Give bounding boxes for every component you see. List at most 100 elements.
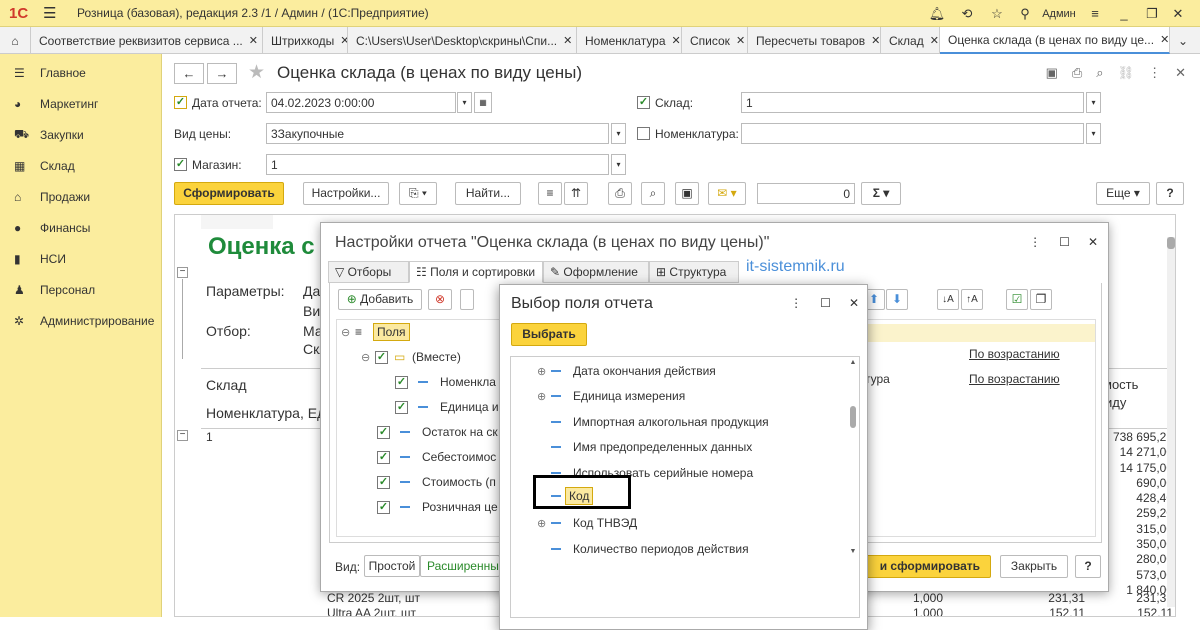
checkbox[interactable]: ✓ (377, 450, 390, 464)
field-item[interactable]: ⊕ Дата окончания действия (537, 361, 716, 381)
tree-row[interactable]: ✓ Остаток на ск (377, 422, 498, 442)
tab-warehouse[interactable]: Склад ✕ (881, 27, 940, 54)
warehouse-checkbox[interactable]: ✓ (637, 96, 650, 109)
tree-row[interactable]: ✓ Розничная це (377, 497, 498, 517)
view-simple-button[interactable]: Простой (364, 555, 420, 577)
variants-button[interactable]: ⎘ ▾ (399, 182, 437, 205)
store-field[interactable]: 1 (266, 154, 609, 175)
help-button[interactable]: ? (1075, 555, 1101, 578)
tab-close-icon[interactable]: ✕ (1154, 33, 1169, 46)
field-item[interactable]: Имя предопределенных данных (551, 437, 752, 457)
date-checkbox[interactable]: ✓ (174, 96, 187, 109)
sum-button[interactable]: Σ ▾ (861, 182, 901, 205)
checkbox[interactable]: ✓ (377, 475, 390, 489)
print-button[interactable]: ⎙ (608, 182, 632, 205)
close-icon[interactable]: ✕ (849, 296, 859, 310)
field-item[interactable]: Импортная алкогольная продукция (551, 412, 769, 432)
expand-icon[interactable]: ⊕ (537, 390, 551, 403)
back-button[interactable]: ← (174, 63, 204, 84)
date-dropdown[interactable]: ▾ (457, 92, 472, 113)
tree-row-fields[interactable]: ⊖ ≡ Поля (341, 322, 410, 342)
sort-desc-icon[interactable]: ↑A (961, 289, 983, 310)
move-down-icon[interactable]: ⬇ (886, 289, 908, 310)
view-extended-button[interactable]: Расширенный (420, 555, 500, 577)
calendar-icon[interactable]: ▦ (474, 92, 492, 113)
price-type-field[interactable]: 3Закупочные (266, 123, 609, 144)
generate-button[interactable]: Сформировать (174, 182, 284, 205)
print-icon[interactable]: ⎙ (1072, 65, 1082, 81)
price-type-dropdown[interactable]: ▾ (611, 123, 626, 144)
collapse-icon[interactable]: ≡ (538, 182, 562, 205)
expand-icon[interactable]: ⊕ (537, 365, 551, 378)
sidebar-item-personnel[interactable]: ♟ Персонал (0, 274, 161, 305)
tree-row[interactable]: ✓ Номенкла (395, 372, 496, 392)
tab-recounts[interactable]: Пересчеты товаров ✕ (748, 27, 881, 54)
collapse-icon[interactable]: ⊖ (341, 326, 355, 339)
tree-row-together[interactable]: ⊖ ✓ ▭ (Вместе) (361, 347, 461, 367)
sidebar-item-marketing[interactable]: ◕ Маркетинг (0, 88, 161, 119)
more-vert-icon[interactable]: ⋮ (1029, 235, 1041, 249)
field-item-selected[interactable]: Код (551, 486, 594, 506)
tab-file-path[interactable]: C:\Users\User\Desktop\скрины\Спи... ✕ (348, 27, 577, 54)
tab-close-icon[interactable]: ✕ (865, 34, 880, 47)
warehouse-dropdown[interactable]: ▾ (1086, 92, 1101, 113)
search-icon[interactable]: ⚲ (1012, 6, 1038, 22)
row-collapse-icon[interactable]: − (177, 430, 188, 441)
checkbox[interactable]: ✓ (375, 350, 388, 364)
sidebar-item-main[interactable]: ☰ Главное (0, 57, 161, 88)
tab-stock-valuation[interactable]: Оценка склада (в ценах по виду це... ✕ (940, 27, 1170, 54)
select-button[interactable]: Выбрать (511, 323, 587, 346)
expand-icon[interactable]: ⇈ (564, 182, 588, 205)
checkbox[interactable]: ✓ (377, 500, 390, 514)
close-icon[interactable]: ✕ (1166, 6, 1190, 22)
sidebar-item-purchases[interactable]: ⛟ Закупки (0, 119, 161, 150)
scroll-down-icon[interactable]: ▼ (849, 548, 857, 555)
home-tab[interactable]: ⌂ (0, 27, 31, 54)
sidebar-item-nsi[interactable]: ▮ НСИ (0, 243, 161, 274)
tree-row[interactable]: ✓ Себестоимос (377, 447, 496, 467)
tab-barcodes[interactable]: Штрихкоды✕ (263, 27, 348, 54)
link-icon[interactable]: ⛓ (1118, 65, 1135, 81)
tab-appearance[interactable]: ✎ Оформление (543, 261, 649, 283)
tab-structure[interactable]: ⊞ Структура (649, 261, 739, 283)
check-all-icon[interactable]: ☑ (1006, 289, 1028, 310)
minimize-icon[interactable]: _ (1110, 6, 1138, 21)
forward-button[interactable]: → (207, 63, 237, 84)
date-field[interactable]: 04.02.2023 0:00:00 (266, 92, 456, 113)
favorite-star-icon[interactable]: ★ (248, 61, 265, 84)
tab-close-icon[interactable]: ✕ (557, 34, 572, 47)
field-list-scrollbar[interactable]: ▲ ▼ (849, 359, 857, 555)
add-button[interactable]: ⊕ Добавить (338, 289, 422, 310)
expand-icon[interactable]: ⊕ (537, 517, 551, 530)
move-button[interactable] (460, 289, 474, 310)
tab-close-icon[interactable]: ✕ (924, 34, 939, 47)
scroll-thumb[interactable] (1167, 237, 1175, 249)
tab-fields-sorting[interactable]: ☷ Поля и сортировки (409, 261, 543, 283)
save-icon[interactable]: ▣ (1046, 65, 1058, 81)
save-button[interactable]: ▣ (675, 182, 699, 205)
tab-filters[interactable]: ▽ Отборы (328, 261, 409, 283)
tree-row[interactable]: ✓ Единица и (395, 397, 499, 417)
maximize-icon[interactable]: ☐ (1059, 235, 1070, 249)
scroll-up-icon[interactable]: ▲ (849, 359, 857, 366)
user-name[interactable]: Админ (1038, 8, 1080, 20)
close-button[interactable]: Закрыть (1000, 555, 1068, 578)
find-button[interactable]: Найти... (455, 182, 521, 205)
preview-button[interactable]: ⌕ (641, 182, 665, 205)
sum-field[interactable]: 0 (757, 183, 855, 204)
checkbox[interactable]: ✓ (395, 375, 408, 389)
tab-list[interactable]: Список ✕ (682, 27, 748, 54)
tab-close-icon[interactable]: ✕ (243, 34, 258, 47)
field-item[interactable]: ⊕ Код ТНВЭД (537, 513, 637, 533)
email-button[interactable]: ✉ ▾ (708, 182, 746, 205)
nomenclature-dropdown[interactable]: ▾ (1086, 123, 1101, 144)
scroll-thumb[interactable] (850, 406, 856, 428)
tab-close-icon[interactable]: ✕ (334, 34, 347, 47)
tabs-dropdown[interactable]: ⌄ (1170, 27, 1200, 54)
checkbox[interactable]: ✓ (395, 400, 408, 414)
preview-icon[interactable]: ⌕ (1096, 65, 1103, 81)
nomenclature-checkbox[interactable] (637, 127, 650, 140)
history-icon[interactable]: ⟲ (952, 6, 982, 22)
tab-close-icon[interactable]: ✕ (730, 34, 745, 47)
collapse-icon[interactable]: ⊖ (361, 351, 375, 364)
